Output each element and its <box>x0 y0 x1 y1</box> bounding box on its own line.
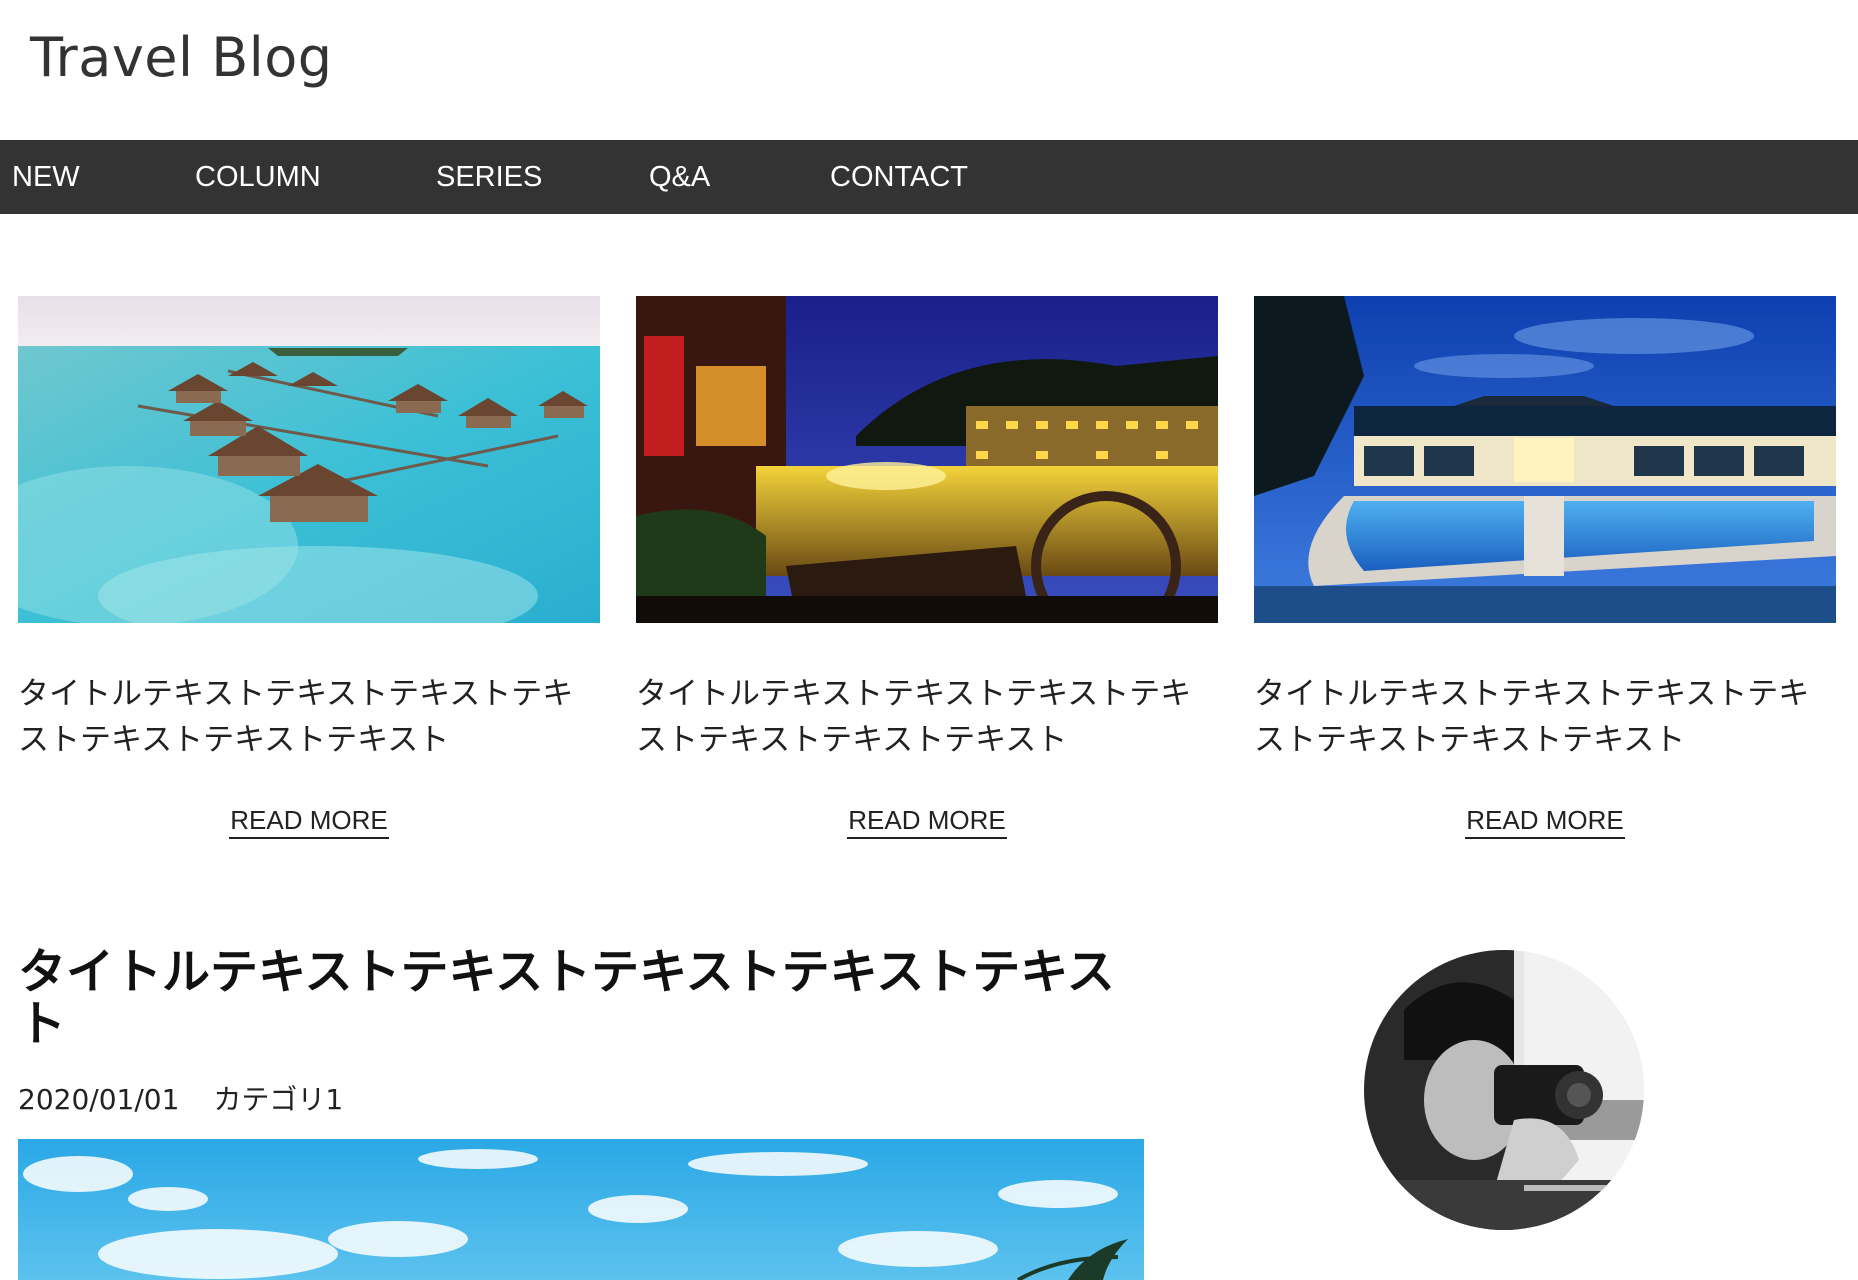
card-title[interactable]: タイトルテキストテキストテキストテキストテキストテキストテキスト <box>18 671 600 763</box>
card-image-river-town-night[interactable] <box>636 296 1218 623</box>
featured-post-image[interactable] <box>18 1139 1144 1280</box>
photographer-photo <box>1364 950 1644 1230</box>
river-town-photo <box>636 296 1218 623</box>
resort-pool-photo <box>1254 296 1836 623</box>
card-title[interactable]: タイトルテキストテキストテキストテキストテキストテキストテキスト <box>636 671 1218 763</box>
post-category[interactable]: カテゴリ1 <box>213 1083 343 1116</box>
card-image-resort-pool[interactable] <box>1254 296 1836 623</box>
site-header: Travel Blog <box>0 0 1858 140</box>
nav-item-contact[interactable]: CONTACT <box>830 140 968 214</box>
featured-post-title[interactable]: タイトルテキストテキストテキストテキストテキスト <box>18 946 1148 1050</box>
nav-item-series[interactable]: SERIES <box>436 140 542 214</box>
nav-item-column[interactable]: COLUMN <box>195 140 321 214</box>
site-title[interactable]: Travel Blog <box>30 26 333 89</box>
bungalow-photo <box>18 296 600 623</box>
author-avatar[interactable] <box>1364 950 1644 1230</box>
read-more-link[interactable]: READ MORE <box>229 805 389 839</box>
beach-sky-photo <box>18 1139 1144 1280</box>
article-card-3: タイトルテキストテキストテキストテキストテキストテキストテキスト READ MO… <box>1254 296 1836 839</box>
post-date: 2020/01/01 <box>18 1083 180 1116</box>
nav-item-qa[interactable]: Q&A <box>649 140 710 214</box>
read-more-link[interactable]: READ MORE <box>1465 805 1625 839</box>
article-card-2: タイトルテキストテキストテキストテキストテキストテキストテキスト READ MO… <box>636 296 1218 839</box>
nav-item-new[interactable]: NEW <box>12 140 80 214</box>
card-image-overwater-bungalows[interactable] <box>18 296 600 623</box>
article-card-1: タイトルテキストテキストテキストテキストテキストテキストテキスト READ MO… <box>18 296 600 839</box>
card-title[interactable]: タイトルテキストテキストテキストテキストテキストテキストテキスト <box>1254 671 1836 763</box>
read-more-link[interactable]: READ MORE <box>847 805 1007 839</box>
post-meta: 2020/01/01 カテゴリ1 <box>18 1078 343 1118</box>
main-nav: NEW COLUMN SERIES Q&A CONTACT <box>0 140 1858 214</box>
